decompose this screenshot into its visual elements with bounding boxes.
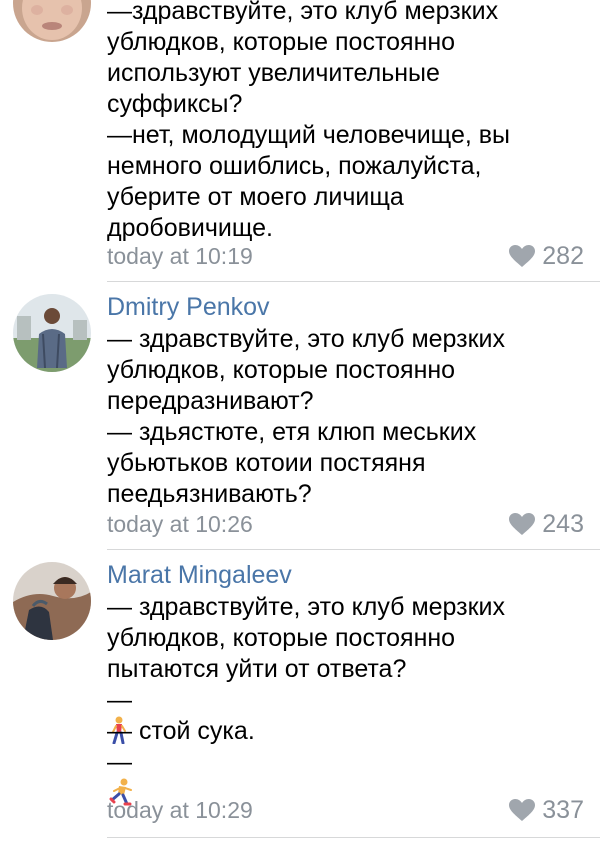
comment-line: — здравствуйте, это клуб мерзких xyxy=(107,325,506,353)
comment-line: —здравствуйте, это клуб мерзких xyxy=(107,0,499,25)
avatar[interactable] xyxy=(13,562,91,640)
comment-line: — здравствуйте, это клуб мерзких xyxy=(107,593,506,621)
comment-line: ублюдков, которые постоянно xyxy=(107,28,456,56)
comment-line: пеедьязнивають? xyxy=(107,480,312,508)
comment-text: —здравствуйте, это клуб мерзких ублюдков… xyxy=(107,0,577,244)
comment-3: Marat Mingaleev — здравствуйте, это клуб… xyxy=(0,550,600,844)
comment-line: немного ошиблись, пожалуйста, xyxy=(107,152,482,180)
like-count: 337 xyxy=(542,796,584,824)
comment-line: дробовичище. xyxy=(107,214,273,242)
like-button[interactable]: 282 xyxy=(509,242,584,270)
heart-icon xyxy=(509,798,536,821)
timestamp[interactable]: today at 10:19 xyxy=(107,242,253,270)
heart-icon xyxy=(509,244,536,267)
comment-line: убьютьков котоии постяяня xyxy=(107,449,426,477)
timestamp[interactable]: today at 10:26 xyxy=(107,510,253,538)
like-button[interactable]: 243 xyxy=(509,510,584,538)
timestamp[interactable]: today at 10:29 xyxy=(107,796,253,824)
comment-line-running: — xyxy=(107,747,577,806)
author-name[interactable]: Dmitry Penkov xyxy=(107,292,270,322)
dash: — xyxy=(107,686,132,714)
comment-text: — здравствуйте, это клуб мерзких ублюдко… xyxy=(107,324,577,510)
comment-line: суффиксы? xyxy=(107,90,243,118)
comment-line-walking: — xyxy=(107,685,577,744)
user-avatar-photo-icon xyxy=(13,0,91,42)
comment-line: ублюдков, которые постоянно xyxy=(107,624,456,652)
comment-line: используют увеличительные xyxy=(107,59,440,87)
user-avatar-photo-icon xyxy=(13,294,91,372)
avatar[interactable] xyxy=(13,294,91,372)
comment-1: —здравствуйте, это клуб мерзких ублюдков… xyxy=(0,0,600,282)
like-count: 282 xyxy=(542,242,584,270)
comment-line: передразнивают? xyxy=(107,387,314,415)
comment-line: —нет, молодущий человечище, вы xyxy=(107,121,511,149)
comment-line: пытаются уйти от ответа? xyxy=(107,655,407,683)
dash: — xyxy=(107,748,132,776)
comment-2: Dmitry Penkov — здравствуйте, это клуб м… xyxy=(0,282,600,550)
divider xyxy=(107,837,600,838)
author-name[interactable]: Marat Mingaleev xyxy=(107,560,292,590)
like-button[interactable]: 337 xyxy=(509,796,584,824)
comment-line: — здьястюте, етя клюп меських xyxy=(107,418,477,446)
avatar[interactable] xyxy=(13,0,91,42)
comment-line: — стой сука. xyxy=(107,717,255,745)
user-avatar-photo-icon xyxy=(13,562,91,640)
like-count: 243 xyxy=(542,510,584,538)
comment-text: — здравствуйте, это клуб мерзких ублюдко… xyxy=(107,592,577,806)
comment-line: уберите от моего личища xyxy=(107,183,404,211)
heart-icon xyxy=(509,512,536,535)
comment-line: ублюдков, которые постоянно xyxy=(107,356,456,384)
